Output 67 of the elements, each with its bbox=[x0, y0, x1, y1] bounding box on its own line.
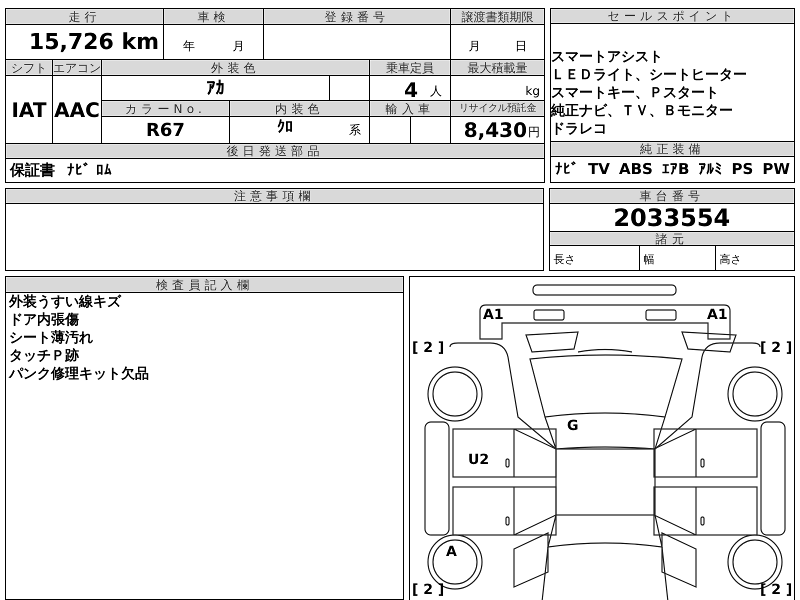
shift-value: IAT bbox=[6, 76, 52, 143]
air-conditioner-label: エアコン bbox=[53, 60, 101, 75]
equipment-item: PS bbox=[732, 159, 754, 180]
day-unit: 日 bbox=[514, 38, 527, 55]
color-number-value: R67 bbox=[102, 117, 229, 143]
damage-code: A1 bbox=[706, 308, 728, 322]
capacity-unit: 人 bbox=[430, 83, 442, 100]
recycling-fee-unit: 円 bbox=[528, 124, 540, 141]
inspector-note-line: パンク修理キット欠品 bbox=[9, 365, 150, 383]
color-number-label: カラーNo. bbox=[102, 101, 229, 116]
capacity-label: 乗車定員 bbox=[370, 60, 450, 75]
equipment-item: PW bbox=[762, 159, 790, 180]
equipment-item: TV bbox=[588, 159, 610, 180]
inspection-label: 車検 bbox=[164, 9, 263, 24]
year-unit: 年 bbox=[182, 38, 195, 55]
damage-code: A bbox=[446, 545, 457, 559]
transfer-deadline-label: 譲渡書類期限 bbox=[451, 9, 544, 24]
air-conditioner-value: AAC bbox=[53, 76, 101, 143]
genuine-equipment-label: 純正装備 bbox=[551, 141, 794, 157]
damage-code: A1 bbox=[482, 308, 504, 322]
exterior-color-label: 外装色 bbox=[102, 60, 369, 75]
interior-color-value: ｸﾛ bbox=[277, 116, 293, 138]
interior-color-label: 内装色 bbox=[230, 101, 369, 116]
inspector-note-line: シート薄汚れ bbox=[9, 329, 94, 347]
spec-cell: 長さ bbox=[550, 246, 640, 270]
shift-label: シフト bbox=[6, 60, 52, 75]
month-unit: 月 bbox=[468, 38, 480, 55]
sales-point-line: スマートキー、Ｐスタート bbox=[551, 84, 720, 102]
max-load-unit: kg bbox=[525, 83, 540, 100]
parts-item: 保証書 bbox=[10, 160, 55, 182]
sales-point-line: ドラレコ bbox=[551, 120, 608, 138]
inspector-note-line: タッチＰ跡 bbox=[9, 347, 80, 365]
parts-item: ﾅﾋﾞ ﾛﾑ bbox=[67, 160, 112, 182]
month-unit: 月 bbox=[232, 38, 244, 55]
equipment-item: ABS bbox=[619, 159, 653, 180]
mileage-label: 走行 bbox=[6, 9, 163, 24]
chassis-number-label: 車台番号 bbox=[550, 189, 794, 204]
spec-cell: 幅 bbox=[640, 246, 716, 270]
equipment-item: ﾅﾋﾞ bbox=[555, 159, 579, 180]
sales-point-line: スマートアシスト bbox=[551, 48, 664, 66]
damage-code: U2 bbox=[468, 453, 490, 467]
recycling-fee-value: 8,430 bbox=[464, 118, 527, 143]
inspector-note-line: ドア内張傷 bbox=[9, 311, 80, 329]
parts-sent-later-label: 後日発送部品 bbox=[6, 144, 544, 159]
inspector-note-line: 外装うすい線キズ bbox=[9, 293, 122, 311]
equipment-item: ｱﾙﾐ bbox=[698, 159, 722, 180]
imported-label: 輸入車 bbox=[370, 101, 450, 116]
damage-code: G bbox=[566, 419, 578, 433]
max-load-label: 最大積載量 bbox=[451, 60, 544, 75]
damage-code: [ 2 ] bbox=[412, 583, 444, 597]
sales-points-label: セールスポイント bbox=[551, 9, 794, 24]
equipment-item: ｴｱB bbox=[662, 159, 690, 180]
specifications-label: 諸元 bbox=[550, 231, 794, 246]
sales-point-line: 純正ナビ、ＴＶ、Ｂモニター bbox=[551, 102, 734, 120]
notes-label: 注意事項欄 bbox=[6, 189, 543, 204]
capacity-value: 4 bbox=[404, 80, 418, 100]
registration-number-label: 登録番号 bbox=[264, 9, 450, 24]
recycling-fee-label: リサイクル預託金 bbox=[451, 101, 544, 116]
interior-color-suffix: 系 bbox=[349, 122, 361, 139]
inspector-notes-label: 検査員記入欄 bbox=[6, 277, 403, 293]
damage-code: [ 2 ] bbox=[412, 341, 444, 355]
spec-cell-text: 高さ bbox=[718, 252, 743, 268]
mileage-value: 15,726 km bbox=[6, 25, 163, 59]
sales-point-line: ＬＥＤライト、シートヒーター bbox=[551, 66, 748, 84]
damage-code: [ 2 ] bbox=[760, 341, 792, 355]
exterior-color-value: ｱｶ bbox=[102, 76, 329, 100]
chassis-number-value: 2033554 bbox=[612, 204, 732, 231]
